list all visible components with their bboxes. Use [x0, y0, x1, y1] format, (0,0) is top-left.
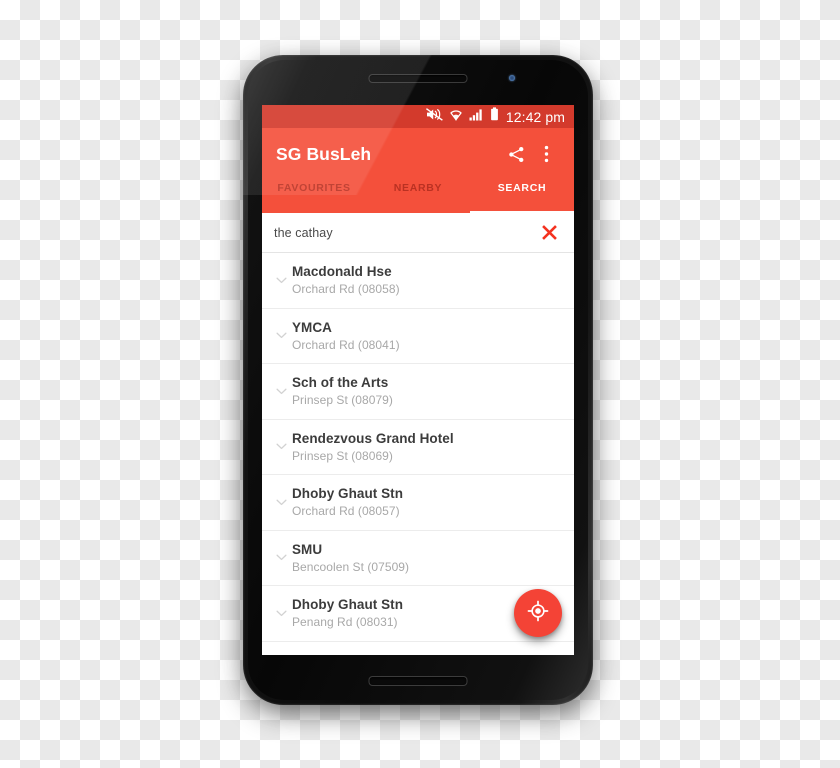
clear-icon[interactable]	[536, 220, 562, 246]
chevron-down-icon	[270, 388, 292, 395]
status-bar-clock: 12:42 pm	[505, 108, 565, 125]
stop-detail: Orchard Rd (08058)	[292, 282, 400, 297]
app-title: SG BusLeh	[276, 143, 372, 164]
chevron-down-icon	[270, 554, 292, 561]
battery-icon	[490, 107, 499, 126]
search-results-list[interactable]: Macdonald Hse Orchard Rd (08058) YMCA Or…	[262, 253, 574, 655]
search-input[interactable]: the cathay	[274, 226, 536, 240]
chevron-down-icon	[270, 443, 292, 450]
tab-favourites[interactable]: FAVOURITES	[262, 180, 366, 213]
stop-detail: Prinsep St (08079)	[292, 393, 393, 408]
list-item[interactable]: SMU Bencoolen St (07509)	[262, 531, 574, 586]
list-item[interactable]: Macdonald Hse Orchard Rd (08058)	[262, 253, 574, 309]
stop-name: Dhoby Ghaut Stn	[292, 486, 403, 502]
status-bar: 12:42 pm	[262, 105, 574, 128]
list-item[interactable]: Rendezvous Grand Hotel Prinsep St (08069…	[262, 420, 574, 475]
stop-name: Macdonald Hse	[292, 264, 392, 280]
wifi-icon	[449, 108, 463, 126]
phone-device-frame: 12:42 pm SG BusLeh FAVOURITES NEARBY SEA…	[243, 55, 593, 705]
share-icon[interactable]	[501, 139, 531, 169]
stop-name: Dhoby Ghaut Stn	[292, 597, 403, 613]
my-location-icon	[527, 600, 549, 627]
chevron-down-icon	[270, 277, 292, 284]
list-item[interactable]: Dhoby Ghaut Stn Orchard Rd (08057)	[262, 475, 574, 531]
tab-search[interactable]: SEARCH	[470, 180, 574, 213]
chevron-down-icon	[270, 332, 292, 339]
tab-active-indicator	[469, 210, 574, 213]
front-camera-icon	[509, 75, 515, 81]
chevron-down-icon	[270, 499, 292, 506]
bottom-speaker-icon	[368, 676, 468, 686]
app-bar: SG BusLeh	[262, 128, 574, 180]
mute-icon	[425, 107, 443, 126]
more-options-icon[interactable]	[531, 139, 561, 169]
stop-name: Sch of the Arts	[292, 375, 389, 391]
stop-name: Rendezvous Grand Hotel	[292, 430, 454, 446]
stop-detail: Orchard Rd (08041)	[292, 337, 400, 352]
stop-name: YMCA	[292, 319, 332, 335]
list-item[interactable]: YMCA Orchard Rd (08041)	[262, 309, 574, 364]
phone-screen: 12:42 pm SG BusLeh FAVOURITES NEARBY SEA…	[262, 105, 574, 655]
stop-detail: Penang Rd (08031)	[292, 615, 398, 630]
my-location-fab[interactable]	[514, 589, 562, 637]
stop-detail: Prinsep St (08069)	[292, 448, 393, 463]
chevron-down-icon	[270, 610, 292, 617]
signal-icon	[469, 108, 484, 126]
tab-bar: FAVOURITES NEARBY SEARCH	[262, 180, 574, 213]
tab-nearby[interactable]: NEARBY	[366, 180, 470, 213]
stop-detail: Orchard Rd (08057)	[292, 504, 400, 519]
stop-detail: Bencoolen St (07509)	[292, 559, 410, 574]
list-item[interactable]: Manulife Ctr	[262, 642, 574, 656]
list-item[interactable]: Sch of the Arts Prinsep St (08079)	[262, 364, 574, 420]
stop-name: SMU	[292, 541, 323, 557]
search-bar: the cathay	[262, 213, 574, 253]
earpiece-speaker-icon	[368, 74, 468, 83]
